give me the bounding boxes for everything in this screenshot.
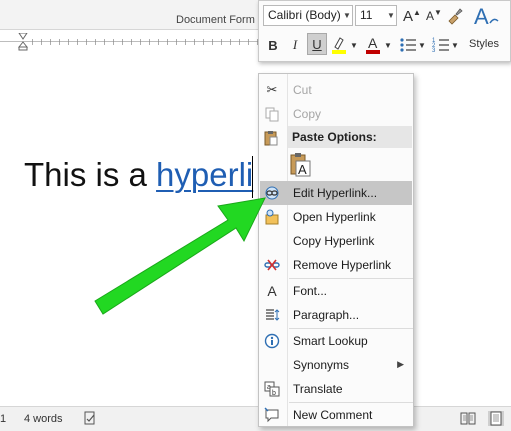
document-text[interactable]: This is a hyperli	[24, 156, 253, 194]
shrink-font-button[interactable]: A ▼	[424, 5, 444, 27]
comment-icon	[264, 407, 279, 423]
menu-item-copy-hyperlink[interactable]: Copy Hyperlink	[260, 229, 412, 253]
link-icon	[265, 186, 279, 200]
menu-item-new-comment[interactable]: New Comment	[260, 403, 412, 427]
svg-text:A: A	[474, 4, 489, 29]
menu-item-remove-hyperlink[interactable]: Remove Hyperlink	[260, 253, 412, 277]
chevron-down-icon[interactable]: ▼	[417, 34, 427, 56]
format-painter-icon[interactable]	[445, 6, 465, 26]
chevron-down-icon[interactable]: ▼	[341, 5, 353, 26]
mini-toolbar: Calibri (Body) ▼ 11 ▼ A ▲ A ▼ A Styles B I…	[258, 0, 511, 62]
svg-text:A: A	[298, 162, 307, 177]
menu-item-translate[interactable]: a b Translate	[260, 377, 412, 401]
chevron-down-icon[interactable]: ▼	[385, 5, 397, 26]
submenu-arrow-icon: ▶	[397, 359, 404, 369]
menu-item-open-hyperlink[interactable]: Open Hyperlink	[260, 205, 412, 229]
styles-icon[interactable]: A	[471, 3, 501, 35]
font-color-icon[interactable]: A	[363, 34, 385, 56]
document-plain-text: This is a	[24, 156, 157, 193]
read-mode-icon[interactable]	[460, 411, 476, 426]
keep-text-only-icon[interactable]: A	[289, 152, 313, 178]
context-menu: ✂ Cut Copy Paste Options: A Edit Hyperli…	[258, 73, 414, 427]
menu-item-synonyms[interactable]: Synonyms ▶	[260, 353, 412, 377]
annotation-arrow-icon	[94, 197, 266, 315]
chevron-down-icon[interactable]: ▼	[383, 34, 393, 56]
bold-button[interactable]: B	[263, 34, 283, 56]
scissors-icon: ✂	[266, 82, 278, 97]
menu-item-cut[interactable]: ✂ Cut	[260, 78, 412, 102]
menu-item-label: Paragraph...	[293, 308, 360, 322]
underline-button[interactable]: U	[307, 33, 327, 55]
svg-text:3: 3	[432, 48, 436, 54]
menu-item-label: New Comment	[293, 408, 373, 422]
clipboard-icon	[264, 131, 278, 146]
paste-options-header: Paste Options:	[288, 126, 412, 148]
ribbon-group-label: Document Form	[176, 14, 255, 26]
menu-item-label: Cut	[293, 83, 312, 97]
menu-item-label: Edit Hyperlink...	[293, 186, 378, 200]
styles-label: Styles	[469, 38, 499, 50]
font-name-dropdown[interactable]: Calibri (Body)	[263, 5, 353, 26]
menu-item-label: Copy	[293, 107, 322, 121]
italic-button[interactable]: I	[285, 34, 305, 56]
menu-item-label: Synonyms	[293, 358, 350, 372]
menu-item-label: Open Hyperlink	[293, 210, 376, 224]
print-layout-icon[interactable]	[488, 411, 504, 426]
highlight-color-icon[interactable]	[329, 34, 351, 56]
remove-link-icon	[264, 259, 280, 271]
menu-item-label: Smart Lookup	[293, 334, 368, 348]
numbering-icon[interactable]: 1 2 3	[431, 35, 451, 55]
smart-lookup-icon	[264, 333, 280, 349]
menu-item-label: Copy Hyperlink	[293, 234, 375, 248]
menu-item-label: Font...	[293, 284, 328, 298]
menu-item-paragraph[interactable]: Paragraph...	[260, 303, 412, 327]
page-number[interactable]: 1	[0, 413, 6, 425]
menu-item-copy[interactable]: Copy	[260, 102, 412, 126]
svg-text:b: b	[272, 390, 276, 397]
chevron-down-icon[interactable]: ▼	[349, 34, 359, 56]
font-icon: A	[267, 283, 277, 299]
bullets-icon[interactable]	[398, 35, 418, 55]
paragraph-icon	[266, 309, 280, 321]
menu-item-edit-hyperlink[interactable]: Edit Hyperlink...	[260, 181, 412, 205]
open-link-icon	[265, 209, 279, 225]
indent-marker-icon[interactable]	[18, 33, 28, 51]
text-cursor	[252, 156, 253, 198]
paste-options-label: Paste Options:	[292, 130, 377, 144]
word-count[interactable]: 4 words	[24, 413, 63, 425]
chevron-down-icon[interactable]: ▼	[450, 34, 460, 56]
menu-item-font[interactable]: A Font...	[260, 279, 412, 303]
status-bar: 1 4 words	[0, 406, 511, 431]
svg-text:A: A	[368, 35, 378, 51]
menu-item-smart-lookup[interactable]: Smart Lookup	[260, 329, 412, 353]
copy-icon	[265, 107, 279, 122]
grow-font-button[interactable]: A ▲	[402, 5, 422, 27]
menu-item-label: Remove Hyperlink	[293, 258, 392, 272]
menu-item-label: Translate	[293, 382, 343, 396]
proofing-icon[interactable]	[84, 411, 98, 425]
hyperlink[interactable]: hyperli	[156, 156, 253, 193]
translate-icon: a b	[264, 381, 280, 397]
